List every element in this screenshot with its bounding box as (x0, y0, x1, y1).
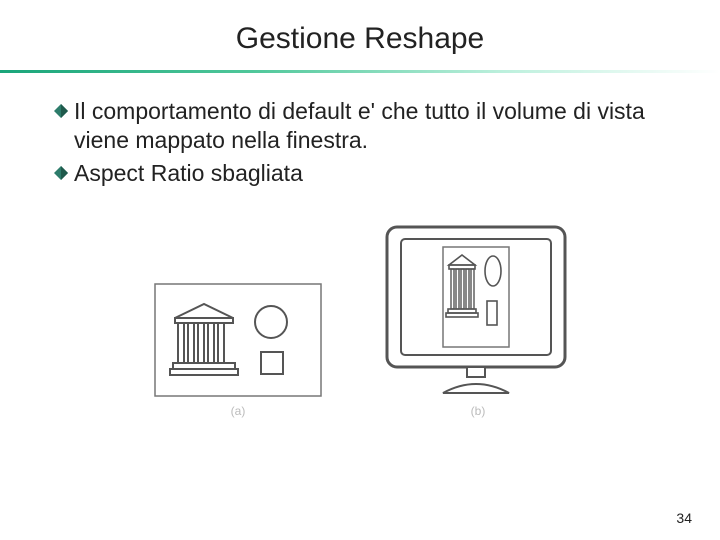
figure-b-label: (b) (471, 404, 486, 418)
slide-content: Il comportamento di default e' che tutto… (0, 97, 720, 418)
figures-row: (a) (54, 223, 672, 418)
figure-a-label: (a) (231, 404, 246, 418)
slide-title: Gestione Reshape (0, 0, 720, 70)
figure-b: (b) (383, 223, 573, 418)
bullet-text: Il comportamento di default e' che tutto… (74, 97, 672, 155)
figure-b-illustration (383, 223, 573, 398)
figure-a-illustration (153, 282, 323, 398)
figure-a: (a) (153, 282, 323, 418)
bullet-text: Aspect Ratio sbagliata (74, 159, 303, 188)
bullet-item: Aspect Ratio sbagliata (54, 159, 672, 188)
diamond-bullet-icon (54, 104, 68, 118)
diamond-bullet-icon (54, 166, 68, 180)
title-divider (0, 70, 720, 73)
bullet-item: Il comportamento di default e' che tutto… (54, 97, 672, 155)
page-number: 34 (676, 510, 692, 526)
